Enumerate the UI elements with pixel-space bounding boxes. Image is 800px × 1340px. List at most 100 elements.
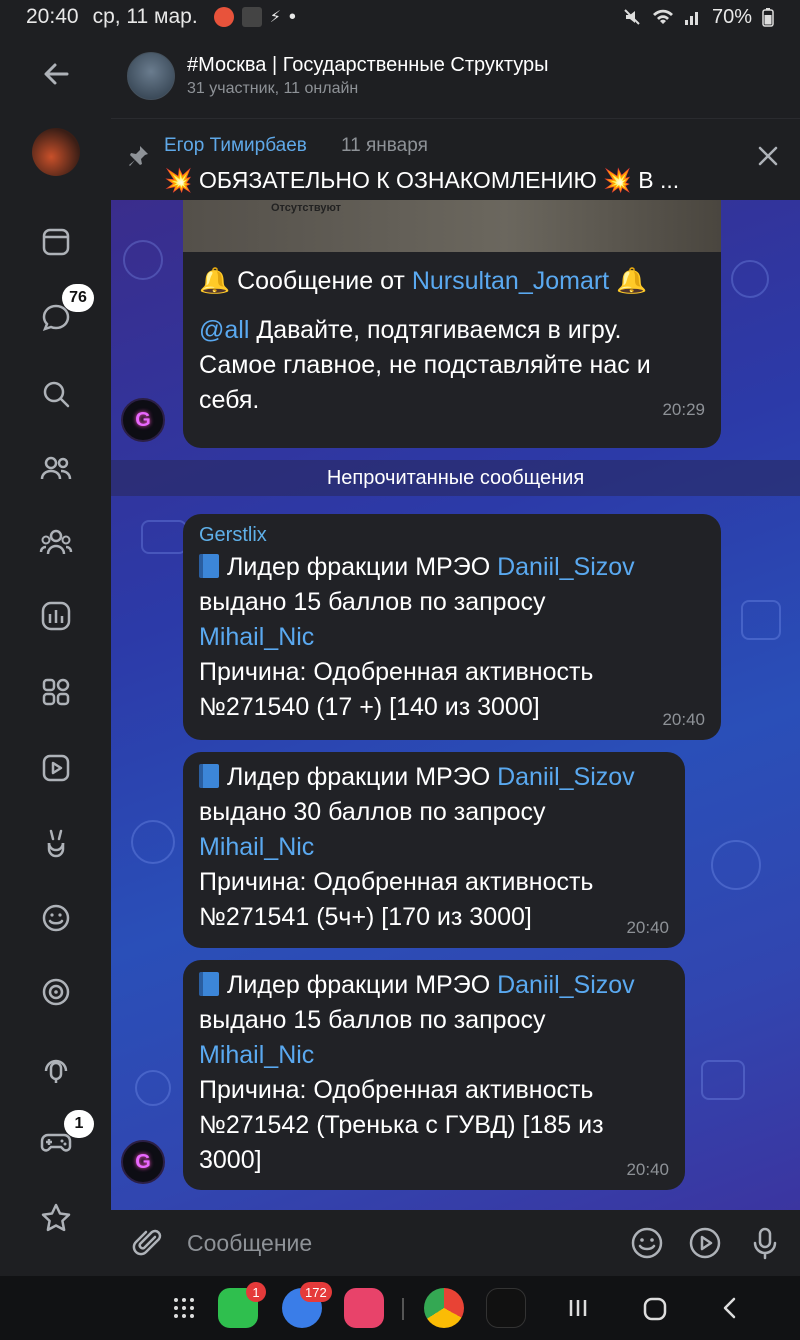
home-icon[interactable] [642, 1296, 668, 1322]
message-text: Причина: Одобренная активность [199, 1076, 594, 1104]
image-caption: Отсутствуют [271, 202, 342, 214]
wallpaper-doodle [711, 840, 761, 890]
back-icon[interactable] [718, 1296, 742, 1320]
apps-grid-icon [42, 678, 70, 706]
phone-badge: 1 [246, 1282, 266, 1302]
message-time: 20:29 [662, 400, 705, 419]
attach-icon[interactable] [131, 1225, 167, 1261]
message-text: Лидер фракции МРЭО Daniil_Sizov [199, 968, 669, 1003]
message-time: 20:40 [662, 710, 705, 729]
message-text: себя. [199, 386, 260, 414]
more-notifications-icon: • [288, 5, 296, 28]
message-text: Лидер фракции МРЭО Daniil_Sizov [199, 550, 705, 585]
message-text: №271542 (Тренька с ГУВД) [185 из [199, 1111, 604, 1139]
sender-avatar[interactable]: G [121, 398, 165, 442]
profile-avatar[interactable] [30, 126, 82, 178]
wallpaper-doodle [141, 520, 187, 554]
message-time: 20:40 [626, 1160, 669, 1179]
users-icon [40, 456, 72, 480]
mention-link[interactable]: @all [199, 316, 249, 344]
chrome-app-icon[interactable] [424, 1288, 464, 1328]
message-bubble[interactable]: Лидер фракции МРЭО Daniil_Sizov выдано 1… [183, 960, 685, 1190]
username-link[interactable]: Daniil_Sizov [497, 763, 635, 791]
chat-header[interactable]: #Москва | Государственные Структуры 31 у… [111, 34, 800, 118]
microphone-icon[interactable] [747, 1225, 783, 1261]
messages-badge: 172 [300, 1282, 332, 1302]
pinned-message[interactable]: Егор Тимирбаев 11 января 💥 ОБЯЗАТЕЛЬНО К… [111, 118, 800, 200]
tiktok-app-icon[interactable] [486, 1288, 526, 1328]
rail-item-music[interactable] [30, 590, 82, 642]
message-author[interactable]: Gerstlix [199, 520, 705, 550]
username-link[interactable]: Nursultan_Jomart [412, 267, 609, 295]
recent-apps-icon[interactable] [566, 1296, 590, 1320]
message-text: Mihail_Nic [199, 620, 705, 655]
smile-icon [42, 904, 70, 932]
rail-item-target[interactable] [30, 966, 82, 1018]
username-link[interactable]: Mihail_Nic [199, 1041, 314, 1069]
app-notification-icon [241, 7, 262, 27]
wallpaper-doodle [131, 820, 175, 864]
back-button[interactable] [30, 48, 82, 100]
battery-percent: 70% [711, 5, 752, 28]
mute-icon [624, 9, 640, 25]
message-image[interactable]: Отсутствуют [183, 200, 721, 252]
rail-item-podcasts[interactable] [30, 1042, 82, 1094]
message-text: Mihail_Nic [199, 830, 669, 865]
left-rail: 76 1 [0, 34, 111, 1276]
notification-icon: ⚡ [269, 9, 281, 26]
pin-icon [129, 146, 148, 166]
rail-item-favorites[interactable] [30, 1192, 82, 1244]
camera-app-icon[interactable] [344, 1288, 384, 1328]
play-icon[interactable] [687, 1225, 723, 1261]
username-link[interactable]: Daniil_Sizov [497, 971, 635, 999]
message-text: 3000] [199, 1146, 262, 1174]
status-time: 20:40 [26, 5, 79, 28]
message-bubble[interactable]: Отсутствуют 🔔 Сообщение от Nursultan_Jom… [183, 200, 721, 448]
message-time: 20:40 [626, 918, 669, 937]
window-icon [42, 228, 70, 256]
sender-avatar[interactable]: G [121, 1140, 165, 1184]
book-icon [199, 972, 219, 996]
notification-icon [213, 7, 234, 27]
games-badge: 1 [64, 1110, 94, 1138]
chat-messages[interactable]: Отсутствуют 🔔 Сообщение от Nursultan_Jom… [111, 200, 800, 1210]
clips-icon [47, 829, 65, 858]
rail-item-saved[interactable] [30, 216, 82, 268]
pinned-author: Егор Тимирбаев [164, 135, 307, 156]
book-icon [199, 764, 219, 788]
wallpaper-doodle [741, 600, 781, 640]
divider [402, 1298, 404, 1320]
status-bar: 20:40 ср, 11 мар. ⚡ • 70% [0, 0, 800, 34]
emoji-icon[interactable] [629, 1225, 665, 1261]
status-date: ср, 11 мар. [92, 5, 198, 28]
rail-item-clips[interactable] [30, 818, 82, 870]
message-bubble[interactable]: Лидер фракции МРЭО Daniil_Sizov выдано 3… [183, 752, 685, 948]
podcast-icon [44, 1059, 68, 1083]
message-composer: Сообщение [111, 1210, 800, 1276]
arrow-left-icon [44, 63, 69, 85]
rail-item-services[interactable] [30, 666, 82, 718]
username-link[interactable]: Daniil_Sizov [497, 553, 635, 581]
message-text: Самое главное, не подставляйте нас и [199, 351, 651, 379]
app-drawer-icon[interactable] [172, 1296, 196, 1320]
rail-item-search[interactable] [30, 368, 82, 420]
chat-avatar[interactable] [127, 52, 175, 100]
username-link[interactable]: Mihail_Nic [199, 623, 314, 651]
unread-divider: Непрочитанные сообщения [111, 460, 800, 496]
wallpaper-doodle [701, 1060, 745, 1100]
message-input[interactable]: Сообщение [187, 1230, 312, 1257]
username-link[interactable]: Mihail_Nic [199, 833, 314, 861]
message-text: 🔔 Сообщение от Nursultan_Jomart 🔔 [199, 267, 648, 295]
message-text: №271540 (17 +) [140 из 3000] [199, 693, 540, 721]
system-nav-bar: 1 172 [0, 1276, 800, 1340]
message-text: Причина: Одобренная активность [199, 658, 594, 686]
close-icon[interactable] [755, 143, 781, 169]
rail-item-video[interactable] [30, 742, 82, 794]
rail-item-communities[interactable] [30, 516, 82, 568]
message-bubble[interactable]: Gerstlix Лидер фракции МРЭО Daniil_Sizov… [183, 514, 721, 740]
rail-item-friends[interactable] [30, 442, 82, 494]
message-text: @all Давайте, подтягиваемся в игру. [199, 316, 622, 344]
wifi-icon [652, 9, 673, 24]
rail-item-stickers[interactable] [30, 892, 82, 944]
pinned-text: 💥 ОБЯЗАТЕЛЬНО К ОЗНАКОМЛЕНИЮ 💥 В ... [164, 167, 680, 193]
